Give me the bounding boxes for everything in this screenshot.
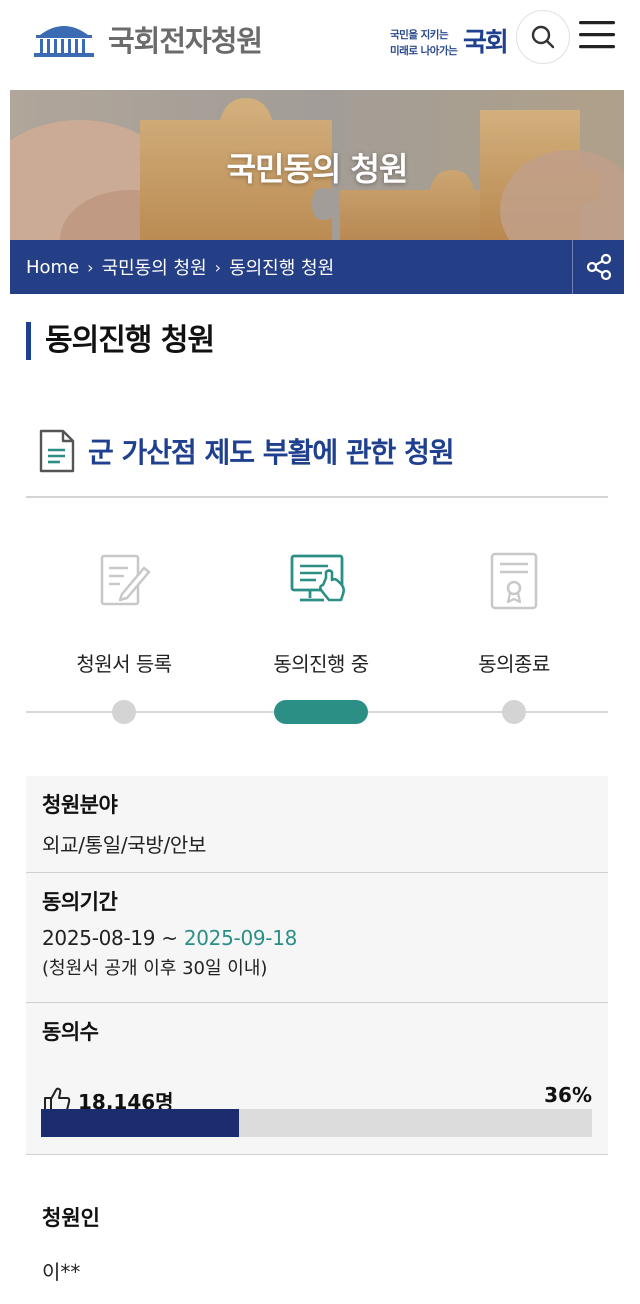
step-dot-registered — [112, 700, 136, 724]
step-indicator-active — [274, 700, 368, 724]
petition-title: 군 가산점 제도 부활에 관한 청원 — [88, 436, 455, 469]
count-label: 동의수 — [42, 1020, 99, 1044]
agree-progress-bar — [41, 1109, 592, 1137]
document-icon — [39, 429, 75, 473]
share-button[interactable] — [572, 240, 624, 294]
breadcrumb-item-current[interactable]: 동의진행 청원 — [229, 254, 334, 280]
field-value: 외교/통일/국방/안보 — [42, 833, 207, 857]
step-label-in-progress: 동의진행 중 — [273, 652, 369, 676]
assembly-slogan: 국민을 지키는 미래로 나아가는 국회 — [390, 22, 512, 62]
step-label-closed: 동의종료 — [478, 652, 550, 676]
national-assembly-logo-icon — [34, 26, 94, 57]
petition-info-box: 청원분야 외교/통일/국방/안보 동의기간 2025-08-19 ~ 2025-… — [26, 776, 608, 1155]
info-row-field: 청원분야 외교/통일/국방/안보 — [26, 776, 608, 873]
chevron-right-icon: › — [87, 257, 94, 277]
search-button[interactable] — [516, 10, 570, 64]
agree-percent: 36% — [544, 1083, 592, 1107]
chevron-right-icon: › — [214, 257, 222, 277]
field-label: 청원분야 — [42, 793, 118, 817]
petition-title-row: 군 가산점 제도 부활에 관한 청원 — [38, 428, 455, 474]
title-divider — [26, 496, 608, 498]
info-row-count: 동의수 18,146명 36% — [26, 1003, 608, 1155]
step-label-registered: 청원서 등록 — [76, 652, 172, 676]
period-value: 2025-08-19 ~ 2025-09-18 — [42, 926, 592, 950]
period-label: 동의기간 — [42, 890, 118, 914]
info-row-period: 동의기간 2025-08-19 ~ 2025-09-18 (청원서 공개 이후 … — [26, 873, 608, 1003]
site-header: 국회전자청원 국민을 지키는 미래로 나아가는 국회 — [0, 0, 640, 88]
breadcrumb-home-link[interactable]: Home — [26, 257, 79, 278]
edit-document-icon — [100, 554, 151, 606]
certificate-icon — [490, 552, 538, 610]
period-end: 2025-09-18 — [183, 926, 298, 950]
logo-text: 국회전자청원 — [108, 24, 263, 58]
slogan-emblem-text: 국회 — [463, 28, 509, 58]
period-separator: ~ — [161, 926, 178, 950]
share-icon — [586, 253, 611, 281]
agree-progress-fill — [41, 1109, 240, 1137]
slogan-line-1: 국민을 지키는 — [390, 29, 449, 41]
petitioner-value: 이** — [42, 1260, 81, 1284]
period-start: 2025-08-19 — [42, 926, 156, 950]
search-icon — [531, 25, 555, 49]
breadcrumb-item-petitions[interactable]: 국민동의 청원 — [102, 254, 207, 280]
period-note: (청원서 공개 이후 30일 이내) — [42, 958, 268, 979]
page-banner: 국민동의 청원 Home › 국민동의 청원 › 동의진행 청원 — [10, 90, 624, 294]
step-dot-closed — [502, 700, 526, 724]
breadcrumb: Home › 국민동의 청원 › 동의진행 청원 — [10, 240, 624, 294]
petitioner-label: 청원인 — [42, 1206, 100, 1230]
online-signing-icon — [290, 554, 345, 602]
banner-title: 국민동의 청원 — [226, 150, 409, 188]
site-logo[interactable]: 국회전자청원 — [32, 18, 263, 60]
hamburger-menu-icon[interactable] — [578, 18, 616, 52]
page-title: 동의진행 청원 — [26, 322, 215, 360]
slogan-line-2: 미래로 나아가는 — [390, 45, 458, 57]
